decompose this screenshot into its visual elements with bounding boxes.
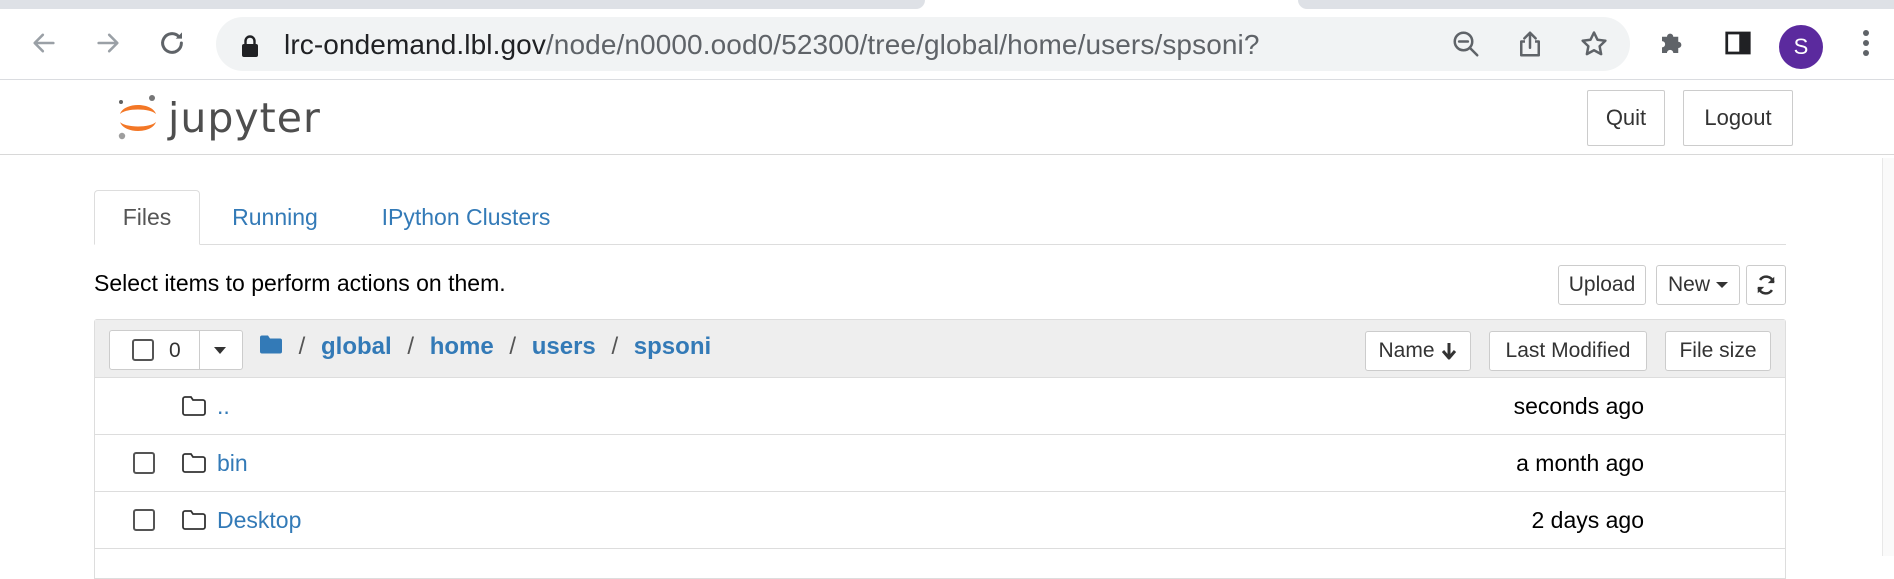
jupyter-logo-icon[interactable] (116, 92, 160, 144)
breadcrumb-spsoni[interactable]: spsoni (634, 333, 711, 360)
new-button-label: New (1667, 273, 1710, 296)
logout-button[interactable]: Logout (1683, 90, 1793, 146)
list-item[interactable]: Desktop 2 days ago (95, 492, 1785, 549)
list-item[interactable]: bin a month ago (95, 435, 1785, 492)
divider (199, 331, 200, 369)
sort-by-name-button[interactable]: Name (1365, 331, 1471, 371)
tab-ipython-clusters[interactable]: IPython Clusters (364, 190, 568, 245)
folder-icon (182, 453, 206, 473)
folder-solid-icon[interactable] (259, 334, 283, 355)
bookmark-button[interactable] (1578, 28, 1610, 60)
select-menu-caret-icon[interactable] (214, 347, 226, 354)
forward-button[interactable] (88, 23, 128, 63)
item-checkbox[interactable] (133, 509, 155, 531)
quit-button[interactable]: Quit (1587, 90, 1665, 146)
upload-button[interactable]: Upload (1558, 265, 1646, 305)
extensions-button[interactable] (1652, 23, 1692, 63)
list-item[interactable]: .. seconds ago (95, 378, 1785, 435)
tab-files[interactable]: Files (94, 190, 200, 245)
browser-toolbar: lrc-ondemand.lbl.gov/node/n0000.ood0/523… (0, 9, 1894, 80)
select-all-checkbox[interactable] (132, 339, 154, 361)
url-text[interactable]: lrc-ondemand.lbl.gov/node/n0000.ood0/523… (284, 29, 1260, 61)
reload-button[interactable] (152, 23, 192, 63)
item-name[interactable]: .. (217, 393, 230, 420)
select-all-group[interactable]: 0 (109, 330, 243, 370)
arrow-right-icon (97, 33, 119, 53)
url-path: /node/n0000.ood0/52300/tree/global/home/… (545, 29, 1260, 60)
tab-strip (0, 0, 1894, 9)
side-panel-icon (1725, 31, 1751, 55)
breadcrumb-users[interactable]: users (532, 333, 596, 360)
folder-icon (182, 396, 206, 416)
instructions-text: Select items to perform actions on them. (94, 270, 506, 296)
sort-by-last-modified-button[interactable]: Last Modified (1489, 331, 1647, 371)
page-scrollbar[interactable] (1882, 158, 1894, 556)
background-tab[interactable] (1298, 0, 1894, 9)
arrow-left-icon (33, 33, 55, 53)
back-button[interactable] (24, 23, 64, 63)
breadcrumb-home[interactable]: home (430, 333, 494, 360)
address-bar[interactable]: lrc-ondemand.lbl.gov/node/n0000.ood0/523… (216, 17, 1630, 71)
folder-icon (182, 510, 206, 530)
background-tab[interactable] (0, 0, 925, 9)
zoom-out-icon (1453, 31, 1479, 57)
share-button[interactable] (1514, 28, 1546, 60)
share-icon (1520, 31, 1540, 57)
selected-count: 0 (169, 339, 181, 362)
tabs-divider (94, 244, 1786, 245)
sort-name-label: Name (1378, 339, 1435, 362)
refresh-button[interactable] (1746, 265, 1786, 305)
refresh-icon (1757, 275, 1775, 295)
more-vertical-icon (1863, 30, 1869, 56)
tab-running[interactable]: Running (214, 190, 336, 245)
new-dropdown-button[interactable]: New (1656, 265, 1740, 305)
lock-icon[interactable] (240, 34, 260, 58)
breadcrumb-global[interactable]: global (321, 333, 392, 360)
item-checkbox[interactable] (133, 452, 155, 474)
jupyter-header: jupyter Quit Logout (0, 80, 1894, 155)
jupyter-logo-text[interactable]: jupyter (168, 94, 321, 142)
caret-down-icon (1716, 282, 1728, 288)
side-panel-button[interactable] (1718, 23, 1758, 63)
item-name[interactable]: Desktop (217, 507, 301, 534)
breadcrumb-separator: / (611, 333, 619, 360)
reload-icon (161, 32, 183, 54)
breadcrumb-separator: / (407, 333, 415, 360)
zoom-out-button[interactable] (1450, 28, 1482, 60)
breadcrumb-root[interactable]: / (299, 333, 306, 360)
profile-avatar[interactable]: S (1779, 25, 1823, 69)
url-host: lrc-ondemand.lbl.gov (284, 29, 546, 60)
item-name[interactable]: bin (217, 450, 248, 477)
file-list: 0 / global / home / users / spsoni Name … (94, 319, 1786, 579)
puzzle-icon (1662, 33, 1682, 53)
breadcrumb: / global / home / users / spsoni (259, 333, 711, 361)
arrow-down-icon (1441, 343, 1456, 360)
item-modified: seconds ago (1513, 393, 1644, 419)
breadcrumb-separator: / (509, 333, 517, 360)
file-list-header: 0 / global / home / users / spsoni Name … (95, 320, 1785, 378)
item-modified: 2 days ago (1531, 507, 1644, 533)
browser-menu-button[interactable] (1846, 23, 1886, 63)
sort-by-file-size-button[interactable]: File size (1665, 331, 1771, 371)
star-icon (1581, 31, 1607, 56)
item-modified: a month ago (1516, 450, 1644, 476)
